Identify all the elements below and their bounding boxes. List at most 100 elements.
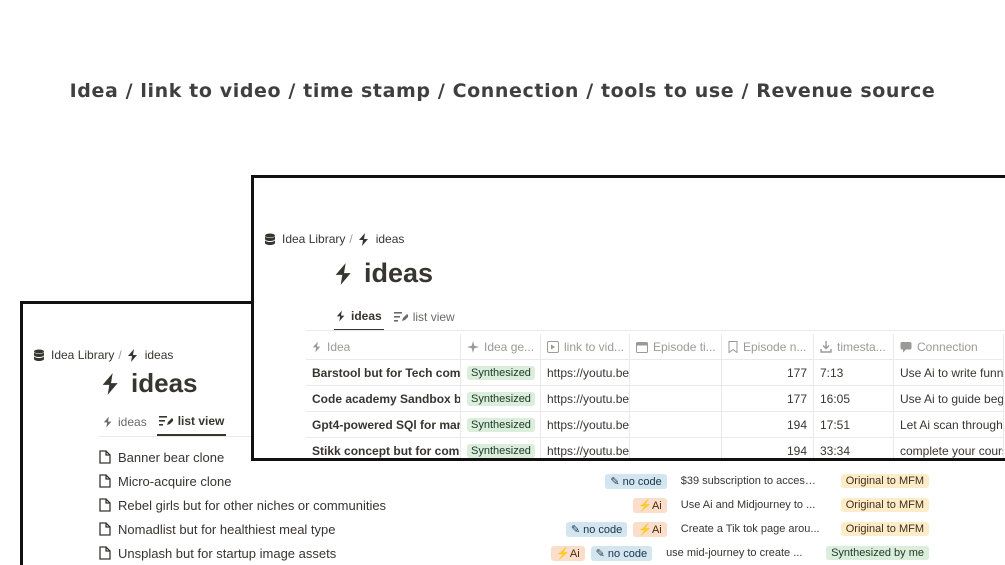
tool-tag: ✎ no code	[565, 521, 628, 537]
view-tabs: ideas list view	[334, 309, 465, 331]
cell-connection[interactable]: Use Ai to guide begin	[894, 386, 1004, 411]
breadcrumb-current-label: ideas	[144, 348, 174, 362]
column-header-episode-number[interactable]: Episode n...	[722, 334, 814, 359]
sparkle-icon	[467, 340, 479, 353]
list-edit-icon	[158, 416, 173, 426]
bookmark-icon	[728, 340, 738, 353]
cell-connection[interactable]: complete your cours	[894, 438, 1004, 458]
cell-idea-generation[interactable]: Synthesized	[461, 386, 541, 411]
cell-idea-generation[interactable]: Synthesized	[461, 438, 541, 458]
list-item-name: Micro-acquire clone	[118, 473, 232, 489]
tabs-divider	[306, 330, 1005, 331]
page-icon	[99, 546, 111, 560]
cell-idea-generation[interactable]: Synthesized	[461, 412, 541, 437]
tool-tag: ✎ no code	[605, 473, 667, 489]
breadcrumb: Idea Library / ideas	[264, 232, 404, 246]
generation-badge: Synthesized	[467, 391, 535, 406]
list-item-properties: ✎ no code $39 subscription to access ...…	[599, 469, 929, 493]
cell-connection[interactable]: Use Ai to write funny	[894, 360, 1004, 385]
cell-timestamp[interactable]: 16:05	[814, 386, 894, 411]
cell-episode-title[interactable]	[630, 438, 722, 458]
cell-episode-title[interactable]	[630, 412, 722, 437]
video-icon	[547, 340, 559, 353]
breadcrumb-root[interactable]: Idea Library	[33, 348, 114, 362]
cell-link[interactable]: https://youtu.be/	[541, 412, 630, 437]
lightning-icon	[358, 232, 368, 246]
tab-list-view[interactable]: list view	[156, 414, 227, 436]
tab-label: list view	[177, 414, 225, 428]
tab-list-view[interactable]: list view	[392, 309, 457, 331]
list-item-desc: $39 subscription to access ...	[680, 475, 821, 487]
list-item[interactable]: Nomadlist but for healthiest meal type ✎…	[99, 517, 929, 541]
cell-timestamp[interactable]: 17:51	[814, 412, 894, 437]
breadcrumb-current[interactable]: ideas	[358, 232, 404, 246]
column-header-link[interactable]: link to vid...	[541, 334, 630, 359]
breadcrumb-root-label: Idea Library	[51, 348, 115, 362]
list-item-name: Unsplash but for startup image assets	[118, 545, 337, 561]
lightning-icon	[336, 310, 345, 322]
table-row[interactable]: Stikk concept but for completing Synthes…	[306, 438, 1004, 458]
column-label: Connection	[917, 339, 978, 354]
column-header-timestamp[interactable]: timesta...	[814, 334, 894, 359]
tab-ideas[interactable]: ideas	[334, 309, 384, 331]
breadcrumb-separator: /	[118, 348, 122, 362]
tab-ideas[interactable]: ideas	[101, 414, 149, 436]
cell-idea-generation[interactable]: Synthesized	[461, 360, 541, 385]
column-header-episode-title[interactable]: Episode ti...	[630, 334, 722, 359]
column-label: link to vid...	[564, 339, 623, 354]
cell-timestamp[interactable]: 33:34	[814, 438, 894, 458]
list-item[interactable]: Rebel girls but for other niches or comm…	[99, 493, 929, 517]
list-item[interactable]: Micro-acquire clone ✎ no code $39 subscr…	[99, 469, 929, 493]
lightning-icon	[312, 341, 321, 352]
database-icon	[34, 349, 44, 361]
column-header-idea[interactable]: Idea	[306, 334, 461, 359]
table-row[interactable]: Barstool but for Tech community Synthesi…	[306, 360, 1004, 386]
cell-idea[interactable]: Stikk concept but for completing	[306, 438, 461, 458]
ideas-table: Idea Idea ge... link to vid... Episode t…	[306, 334, 1004, 458]
cell-link[interactable]: https://youtu.be/	[541, 360, 630, 385]
lightning-icon	[103, 416, 112, 428]
cell-connection[interactable]: Let Ai scan through	[894, 412, 1004, 437]
page-icon	[99, 498, 111, 512]
tool-tag: ⚡Ai	[551, 545, 585, 561]
page-title: ideas	[334, 258, 433, 289]
page-icon	[99, 522, 111, 536]
page-icon	[99, 474, 111, 488]
cell-episode-title[interactable]	[630, 360, 722, 385]
cell-episode-number[interactable]: 177	[722, 386, 814, 411]
cell-link[interactable]: https://youtu.be/	[541, 438, 630, 458]
message-icon	[900, 341, 912, 352]
list-item[interactable]: Unsplash but for startup image assets ⚡A…	[99, 541, 929, 565]
breadcrumb: Idea Library / ideas	[33, 348, 173, 362]
table-view-panel: Idea Library / ideas ideas ideas list vi…	[251, 175, 1005, 461]
cell-timestamp[interactable]: 7:13	[814, 360, 894, 385]
column-label: timesta...	[837, 339, 886, 354]
cell-idea[interactable]: Gpt4-powered SQl for marketers	[306, 412, 461, 437]
idea-list: Banner bear clone Micro-acquire clone ✎ …	[99, 445, 929, 565]
cell-idea[interactable]: Code academy Sandbox but for	[306, 386, 461, 411]
list-item-properties: ✎ no code ⚡Ai Create a Tik tok page arou…	[560, 517, 929, 541]
column-header-idea-generation[interactable]: Idea ge...	[461, 334, 541, 359]
calendar-icon	[636, 341, 648, 353]
cell-episode-number[interactable]: 194	[722, 438, 814, 458]
cell-episode-title[interactable]	[630, 386, 722, 411]
lightning-icon	[127, 348, 137, 362]
breadcrumb-root[interactable]: Idea Library	[264, 232, 345, 246]
list-item-name: Rebel girls but for other niches or comm…	[118, 497, 387, 513]
page-title: ideas	[101, 368, 198, 399]
breadcrumb-current[interactable]: ideas	[127, 348, 174, 362]
database-icon	[265, 233, 275, 245]
breadcrumb-root-label: Idea Library	[282, 232, 346, 246]
list-item-desc: Create a Tik tok page arou...	[680, 523, 820, 535]
cell-episode-number[interactable]: 194	[722, 412, 814, 437]
column-header-connection[interactable]: Connection	[894, 334, 1004, 359]
cell-link[interactable]: https://youtu.be/	[541, 386, 630, 411]
table-row[interactable]: Gpt4-powered SQl for marketers Synthesiz…	[306, 412, 1004, 438]
cell-episode-number[interactable]: 177	[722, 360, 814, 385]
table-row[interactable]: Code academy Sandbox but for Synthesized…	[306, 386, 1004, 412]
cell-idea[interactable]: Barstool but for Tech community	[306, 360, 461, 385]
table-header: Idea Idea ge... link to vid... Episode t…	[306, 334, 1004, 360]
status-badge: Original to MFM	[840, 474, 929, 488]
lightning-icon	[102, 372, 118, 395]
list-item-properties: ⚡Ai ✎ no code use mid-journey to create …	[545, 541, 929, 565]
